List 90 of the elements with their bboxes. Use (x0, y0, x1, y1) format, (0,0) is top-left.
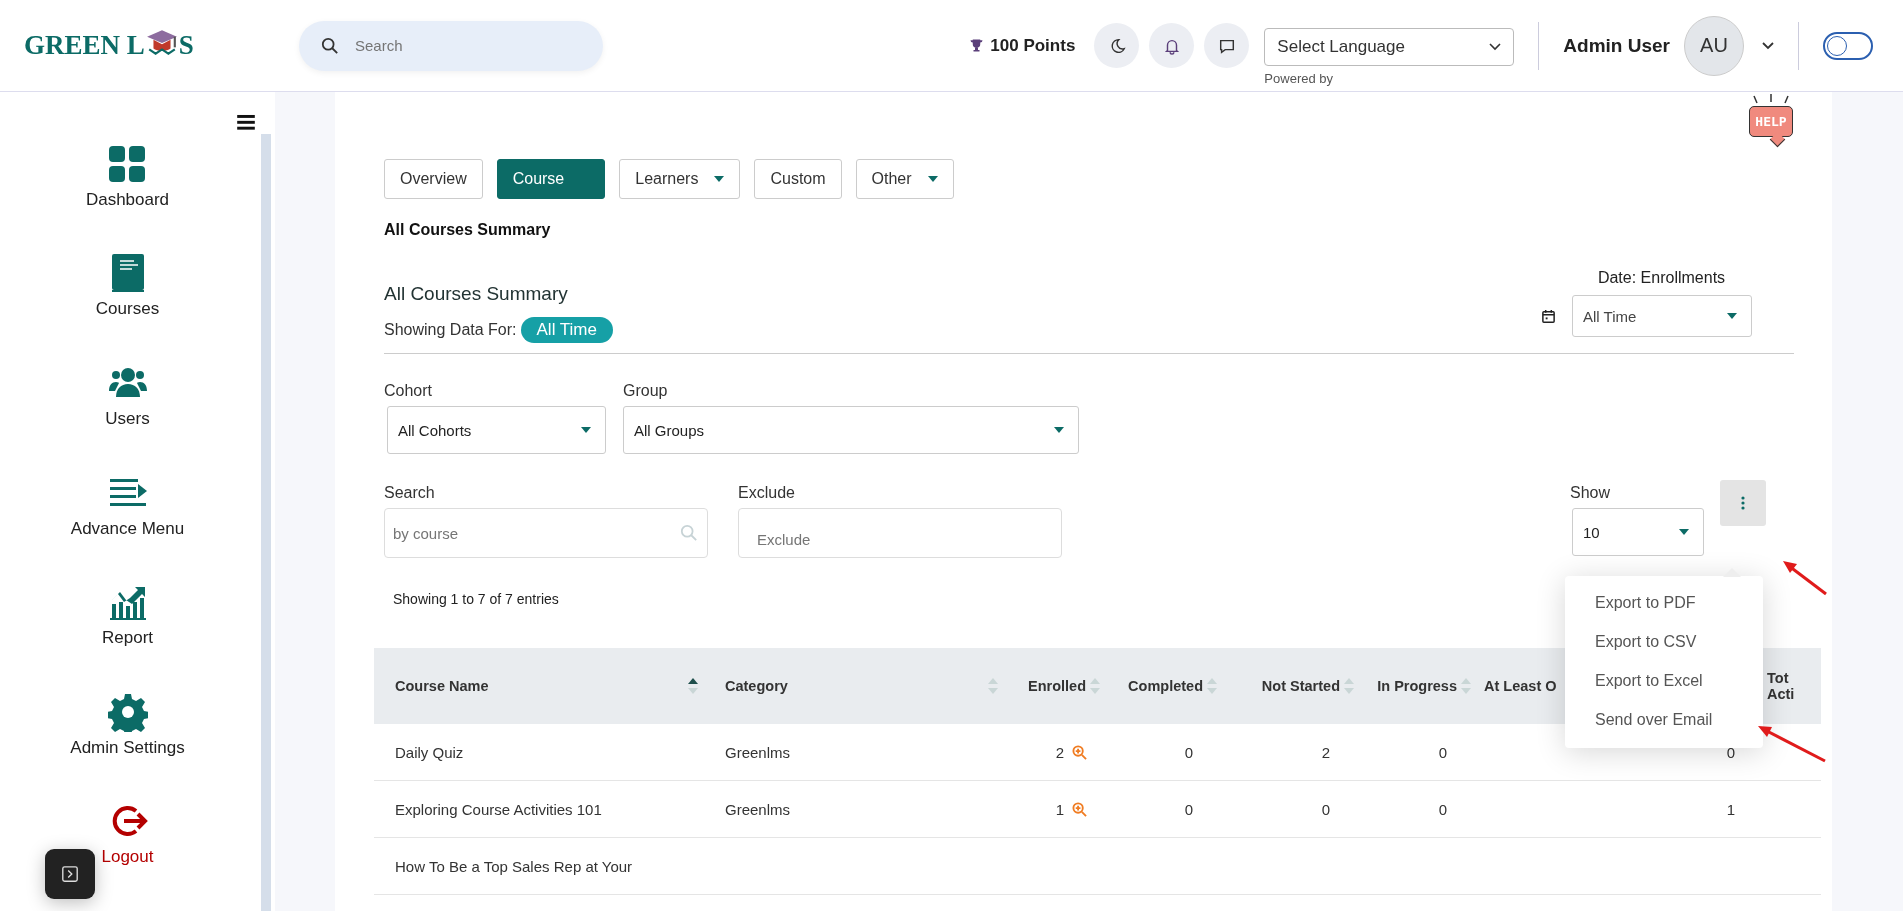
caret-icon (1679, 529, 1689, 535)
filter-label: Cohort (384, 382, 434, 400)
sidebar-item[interactable]: Logout (101, 847, 154, 868)
calendar-icon (1541, 308, 1556, 324)
chevron-right-icon (61, 865, 79, 883)
table-cell: How To Be a Top Sales Rep at Your (395, 857, 633, 875)
table-cell: 1 (1055, 800, 1064, 818)
menu-icon[interactable] (237, 114, 255, 130)
tab[interactable]: Learners (619, 159, 741, 199)
trophy-icon (969, 38, 985, 53)
column-header[interactable]: Category (725, 678, 788, 694)
table-cell: 0 (1438, 743, 1447, 761)
tab[interactable]: Custom (754, 159, 842, 199)
page-size-select[interactable]: 10 (1572, 508, 1704, 556)
zoom-in-icon[interactable] (1072, 744, 1087, 760)
date-label: Date: Enrollments (1597, 269, 1726, 287)
caret-icon (1727, 313, 1737, 319)
column-header[interactable]: Enrolled (1028, 678, 1086, 694)
summary-title: All Courses Summary (384, 283, 569, 305)
search-label: Search (384, 484, 436, 502)
table-cell: Daily Quiz (395, 743, 464, 761)
table-cell: 0 (1438, 800, 1447, 818)
tab[interactable]: Course (496, 159, 606, 199)
table-cell: Greenlms (725, 743, 791, 761)
exclude-field[interactable]: Exclude (738, 508, 1062, 558)
date-select[interactable]: All Time (1572, 295, 1752, 337)
sidebar-item[interactable]: Dashboard (85, 189, 170, 210)
table-cell: 0 (1726, 743, 1735, 761)
sidebar-item[interactable]: Courses (95, 299, 160, 320)
annotation-arrow-icon (1782, 560, 1828, 596)
column-header[interactable]: At Least O (1484, 678, 1557, 694)
filter-select[interactable]: All Groups (623, 406, 1079, 454)
mortarboard-icon (145, 27, 178, 56)
chevron-down-icon (1489, 42, 1502, 51)
column-header[interactable]: Completed (1128, 678, 1203, 694)
menu-item[interactable]: Send over Email (1565, 701, 1763, 740)
showing-label: Showing Data For: (384, 321, 517, 339)
column-header[interactable]: Not Started (1261, 678, 1340, 694)
menu-item[interactable]: Export to Excel (1565, 662, 1763, 701)
bell-button[interactable] (1149, 23, 1195, 68)
table-cell: 1 (1726, 800, 1735, 818)
grid-icon[interactable] (107, 143, 148, 184)
exclude-label: Exclude (738, 484, 796, 502)
caret-icon (1054, 427, 1064, 433)
language-select[interactable]: Select Language (1264, 27, 1515, 66)
chat-button[interactable] (1204, 23, 1250, 68)
settings-icon[interactable] (107, 691, 148, 732)
column-header[interactable]: Tot Acti (1767, 670, 1817, 702)
sort-icon[interactable] (688, 678, 698, 694)
sidebar-item[interactable]: Users (105, 408, 150, 429)
tab[interactable]: Other (855, 159, 954, 199)
search-icon (321, 36, 339, 55)
zoom-in-icon[interactable] (1072, 801, 1087, 817)
column-header[interactable]: Course Name (395, 678, 489, 694)
tab[interactable]: Overview (384, 159, 483, 199)
more-vertical-icon (1741, 496, 1745, 510)
sidebar-item[interactable]: Advance Menu (70, 518, 185, 539)
search-field[interactable]: by course (384, 508, 708, 558)
table-cell: Greenlms (725, 800, 791, 818)
expand-button[interactable] (45, 849, 95, 899)
scrollbar[interactable] (261, 134, 271, 911)
caret-icon (581, 427, 591, 433)
column-header[interactable]: In Progress (1377, 678, 1457, 694)
annotation-arrow-icon (1757, 725, 1827, 763)
sidebar-item[interactable]: Admin Settings (70, 737, 185, 758)
toggle-switch[interactable] (1823, 31, 1873, 60)
search-icon (680, 524, 698, 542)
menu-item[interactable]: Export to PDF (1565, 584, 1763, 623)
section-title: All Courses Summary (384, 221, 552, 239)
period-badge: All Time (520, 317, 613, 343)
avatar[interactable]: AU (1684, 15, 1744, 76)
filter-select[interactable]: All Cohorts (387, 406, 606, 454)
sidebar-item[interactable]: Report (102, 628, 153, 649)
show-label: Show (1570, 484, 1612, 502)
menu-item[interactable]: Export to CSV (1565, 623, 1763, 662)
points-label: 100 Points (990, 35, 1076, 56)
table-cell: 0 (1184, 743, 1193, 761)
table-cell: 0 (1184, 800, 1193, 818)
table-cell: 0 (1321, 800, 1330, 818)
entries-info: Showing 1 to 7 of 7 entries (393, 591, 559, 607)
moon-button[interactable] (1094, 23, 1140, 68)
powered-by-label: Powered by (1264, 70, 1334, 86)
table-cell: 2 (1321, 743, 1330, 761)
table-cell: 2 (1055, 743, 1064, 761)
filter-label: Group (623, 382, 669, 400)
search-field[interactable]: Search (299, 20, 603, 71)
logo: GREEN L S (24, 30, 199, 61)
table-cell: Exploring Course Activities 101 (395, 800, 602, 818)
chevron-down-icon[interactable] (1762, 41, 1774, 50)
user-name: Admin User (1563, 34, 1670, 57)
